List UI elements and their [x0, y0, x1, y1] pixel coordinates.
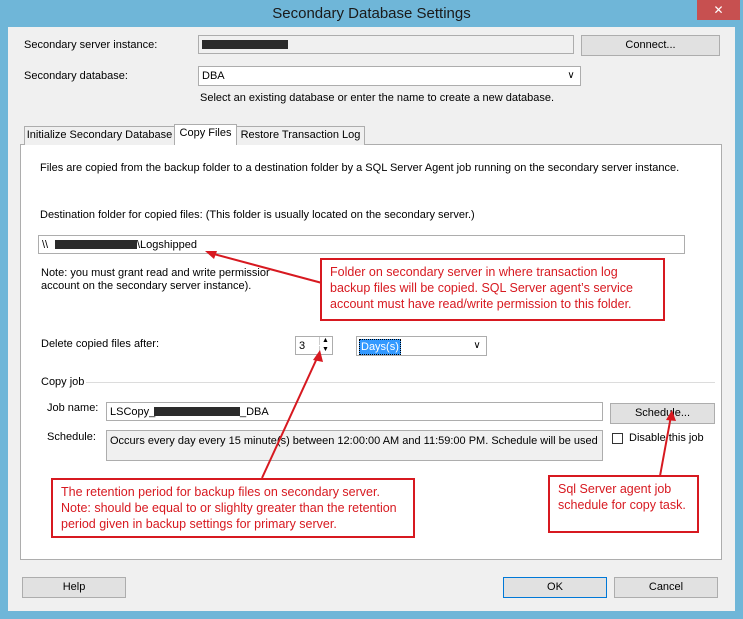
folder-arrow-head: [205, 251, 217, 259]
folder-arrow-line: [209, 252, 323, 284]
retention-arrow-head: [313, 350, 323, 362]
folder-callout: Folder on secondary server in where tran…: [320, 258, 665, 321]
schedule-arrow-line: [659, 415, 672, 477]
retention-arrow-line: [261, 355, 319, 479]
schedule-arrow-head: [666, 410, 676, 421]
schedule-callout: Sql Server agent job schedule for copy t…: [548, 475, 699, 533]
retention-callout: The retention period for backup files on…: [51, 478, 415, 538]
tab-copy-files[interactable]: Copy Files: [174, 124, 237, 145]
